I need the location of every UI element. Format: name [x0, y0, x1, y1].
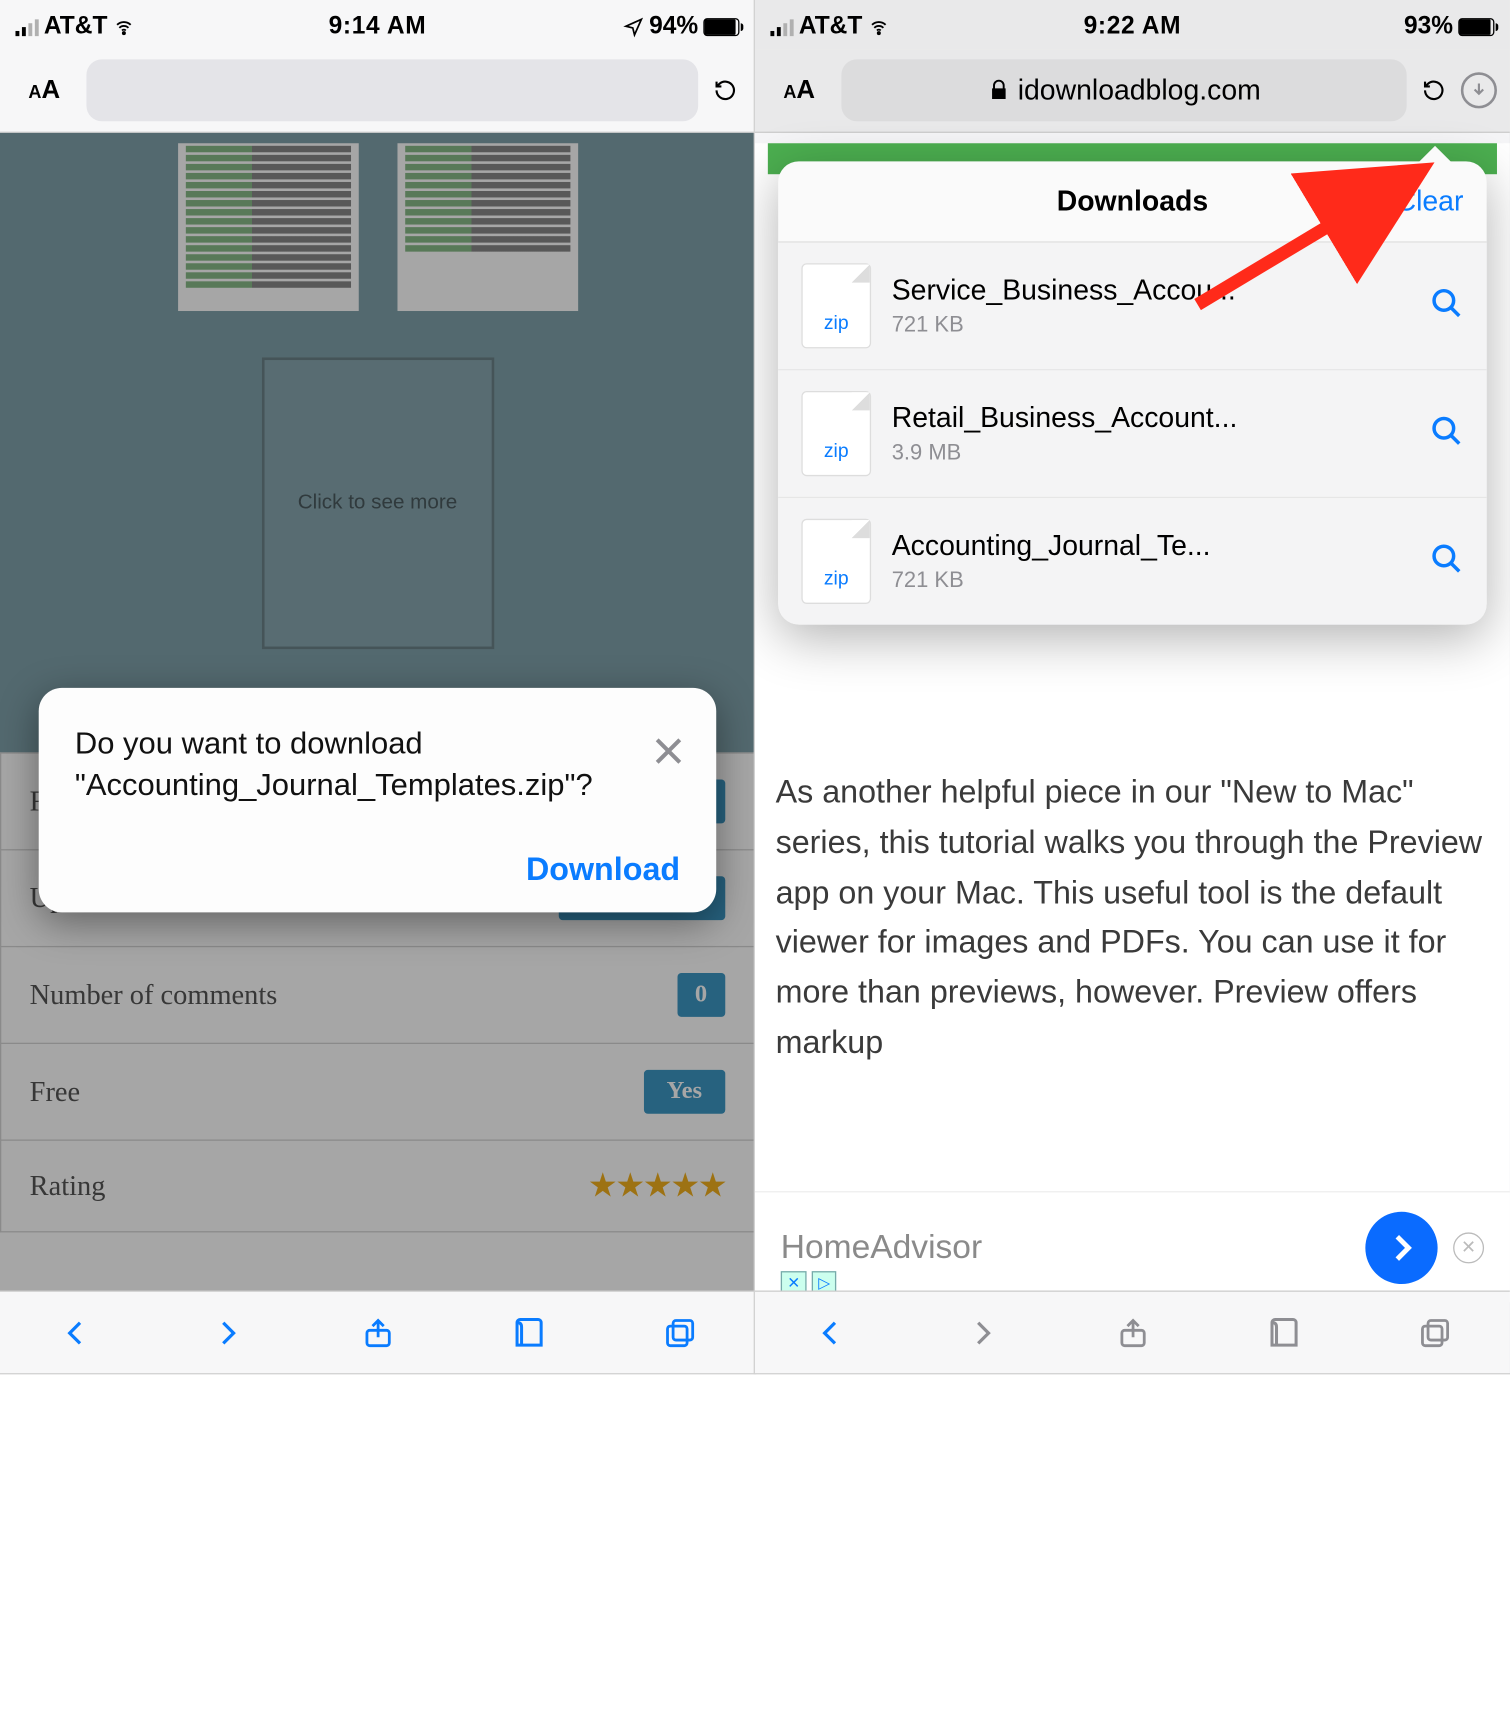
- download-size: 721 KB: [892, 568, 1409, 594]
- download-size: 721 KB: [892, 312, 1409, 338]
- reveal-in-files-button[interactable]: [1430, 541, 1464, 581]
- url-text: idownloadblog.com: [1018, 74, 1261, 108]
- url-field[interactable]: idownloadblog.com: [841, 59, 1407, 121]
- share-button[interactable]: [1113, 1313, 1152, 1352]
- ad-close-button[interactable]: ✕: [1453, 1232, 1484, 1263]
- downloads-popover: Downloads Clear zip Service_Business_Acc…: [778, 161, 1486, 624]
- file-icon: zip: [801, 263, 871, 348]
- popover-header: Downloads Clear: [778, 161, 1486, 242]
- share-button[interactable]: [358, 1313, 397, 1352]
- download-alert: Do you want to download "Accounting_Jour…: [39, 688, 717, 912]
- page-content: As another helpful piece in our "New to …: [755, 143, 1510, 1302]
- tabs-button[interactable]: [660, 1313, 699, 1352]
- download-button[interactable]: Download: [75, 851, 680, 888]
- ad-arrow-button[interactable]: [1365, 1211, 1437, 1283]
- download-item[interactable]: zip Accounting_Journal_Te... 721 KB: [778, 498, 1486, 624]
- url-field[interactable]: [86, 59, 698, 121]
- ad-banner[interactable]: HomeAdvisor ✕ ✕▷: [755, 1191, 1510, 1302]
- bottom-toolbar: [0, 1291, 755, 1374]
- clock-label: 9:14 AM: [0, 13, 755, 41]
- clear-button[interactable]: Clear: [1396, 185, 1464, 219]
- popover-title: Downloads: [1057, 185, 1208, 219]
- page-content: Click to see more File Size 110 KB Updat…: [0, 133, 755, 1292]
- left-screenshot: AT&T 9:14 AM 94% AA Click to see more Fi…: [0, 0, 755, 1373]
- downloads-button[interactable]: [1461, 72, 1497, 108]
- battery-icon: [1458, 18, 1494, 36]
- tabs-button[interactable]: [1415, 1313, 1454, 1352]
- download-item[interactable]: zip Retail_Business_Account... 3.9 MB: [778, 370, 1486, 498]
- status-bar: AT&T 9:14 AM 94%: [0, 0, 755, 49]
- forward-button[interactable]: [207, 1313, 246, 1352]
- download-name: Retail_Business_Account...: [892, 401, 1409, 435]
- bottom-toolbar: [755, 1291, 1510, 1374]
- status-bar: AT&T 9:22 AM 93%: [755, 0, 1510, 49]
- alert-close-button[interactable]: [649, 732, 688, 782]
- lock-icon: [987, 79, 1010, 102]
- forward-button: [962, 1313, 1001, 1352]
- clock-label: 9:22 AM: [755, 13, 1510, 41]
- download-item[interactable]: zip Service_Business_Accou... 721 KB: [778, 243, 1486, 371]
- bookmarks-button[interactable]: [509, 1313, 548, 1352]
- right-screenshot: AT&T 9:22 AM 93% AA idownloadblog.com As…: [755, 0, 1510, 1373]
- reload-icon[interactable]: [1417, 74, 1451, 108]
- file-icon: zip: [801, 391, 871, 476]
- ad-label: HomeAdvisor: [781, 1227, 1350, 1267]
- alert-text: Do you want to download "Accounting_Jour…: [75, 724, 680, 808]
- file-icon: zip: [801, 519, 871, 604]
- article-text: As another helpful piece in our "New to …: [755, 742, 1510, 1068]
- back-button[interactable]: [56, 1313, 95, 1352]
- download-arrow-icon: [1469, 80, 1490, 101]
- url-toolbar: AA idownloadblog.com: [755, 49, 1510, 133]
- download-size: 3.9 MB: [892, 440, 1409, 466]
- text-size-button[interactable]: AA: [768, 68, 831, 113]
- reload-icon[interactable]: [708, 74, 742, 108]
- back-button[interactable]: [811, 1313, 850, 1352]
- text-size-button[interactable]: AA: [13, 68, 76, 113]
- url-toolbar: AA: [0, 49, 755, 133]
- bookmarks-button[interactable]: [1264, 1313, 1303, 1352]
- download-name: Service_Business_Accou...: [892, 274, 1409, 308]
- download-name: Accounting_Journal_Te...: [892, 529, 1409, 563]
- reveal-in-files-button[interactable]: [1430, 286, 1464, 326]
- reveal-in-files-button[interactable]: [1430, 414, 1464, 454]
- battery-icon: [703, 18, 739, 36]
